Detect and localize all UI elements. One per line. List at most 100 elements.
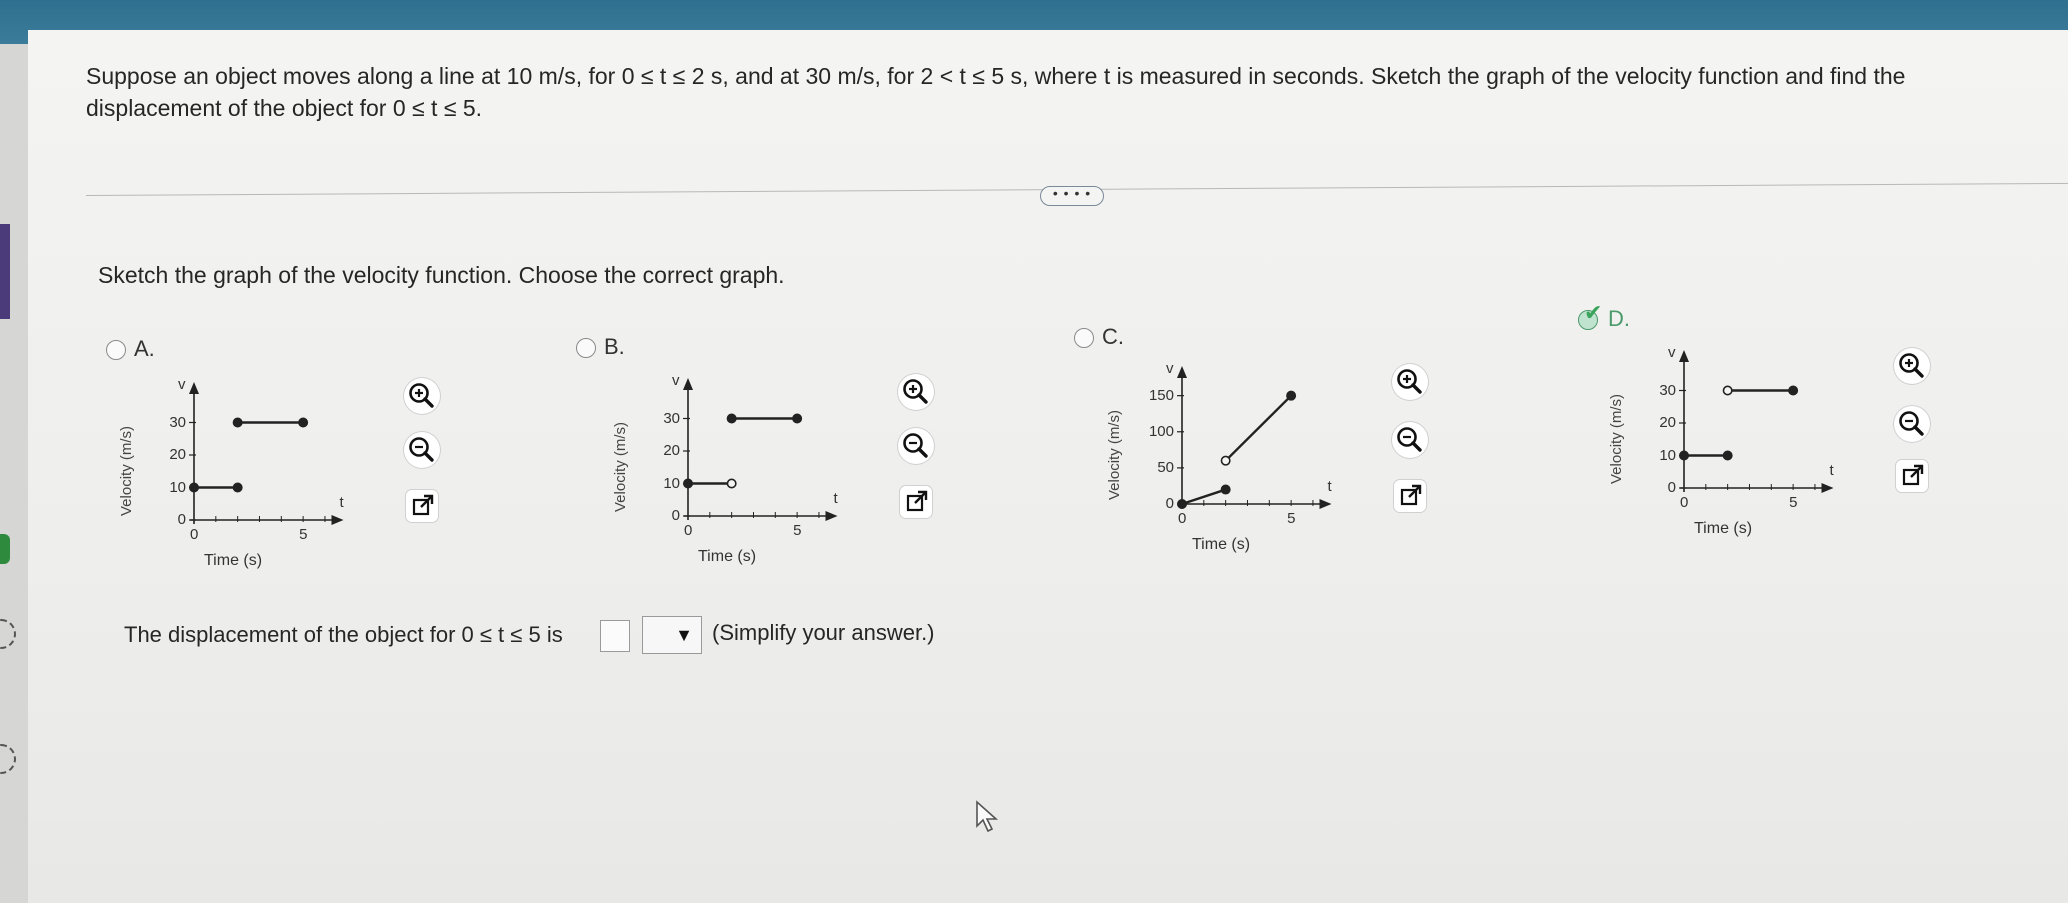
- y-tick-label: 50: [1157, 458, 1174, 476]
- y-tick-label: 20: [169, 446, 186, 463]
- origin-label: 0: [1680, 494, 1689, 511]
- chevron-down-icon: ▼: [675, 625, 693, 645]
- t-axis-label: t: [339, 494, 344, 511]
- prompt-text: Sketch the graph of the velocity functio…: [98, 262, 785, 288]
- velocity-graph: 150 100 50 0 v t 0 5 Time (s) Velocity (m/s): [1092, 360, 1428, 569]
- x-tick-label: 5: [1287, 510, 1296, 527]
- zoom-out-icon[interactable]: [1392, 422, 1428, 458]
- popout-icon[interactable]: [900, 486, 932, 518]
- velocity-segment: [1224, 394, 1292, 462]
- open-endpoint: [1220, 455, 1231, 466]
- x-axis-arrow: [1319, 499, 1332, 509]
- zoom-in-icon[interactable]: [1392, 364, 1428, 400]
- y-tick-label: 20: [663, 442, 680, 459]
- open-endpoint: [1722, 385, 1733, 396]
- zoom-in-icon[interactable]: [404, 378, 440, 414]
- answer-prompt: The displacement of the object for 0 ≤ t…: [124, 622, 563, 647]
- closed-endpoint: [232, 482, 243, 493]
- question-text: Suppose an object moves along a line at …: [86, 63, 1906, 121]
- x-tick-label: 5: [299, 526, 308, 543]
- closed-endpoint: [726, 413, 737, 424]
- left-rail: [0, 44, 28, 903]
- closed-endpoint: [189, 482, 200, 493]
- option-c-radio[interactable]: [1074, 328, 1094, 348]
- option-b-label: B.: [604, 334, 625, 359]
- option-a-radio[interactable]: [106, 340, 126, 360]
- origin-label: 0: [190, 526, 199, 543]
- v-axis-label: v: [1166, 360, 1174, 377]
- popout-icon[interactable]: [1896, 460, 1928, 492]
- x-axis-title: Time (s): [1694, 520, 1753, 537]
- option-d-label: D.: [1608, 306, 1630, 331]
- nav-circle-icon[interactable]: [0, 744, 16, 774]
- origin-label: 0: [684, 522, 693, 539]
- closed-endpoint: [1788, 385, 1799, 396]
- mouse-cursor-icon: [976, 800, 999, 833]
- closed-endpoint: [683, 478, 694, 489]
- y-axis-arrow: [189, 382, 199, 394]
- y-tick-label: 10: [169, 478, 186, 496]
- y-tick-label: 30: [1659, 381, 1676, 399]
- closed-endpoint: [792, 413, 803, 424]
- t-axis-label: t: [833, 490, 838, 507]
- y-tick-label: 0: [1165, 495, 1174, 512]
- expand-button[interactable]: • • • •: [1040, 186, 1104, 206]
- popout-icon[interactable]: [1394, 480, 1426, 512]
- option-b-radio[interactable]: [576, 338, 596, 358]
- graph-svg: [189, 382, 344, 525]
- v-axis-label: v: [178, 376, 186, 393]
- y-axis-title: Velocity (m/s): [1106, 409, 1123, 500]
- question-panel: Suppose an object moves along a line at …: [28, 30, 2068, 903]
- y-axis-title: Velocity (m/s): [612, 421, 629, 512]
- zoom-out-icon[interactable]: [898, 428, 934, 464]
- zoom-out-icon[interactable]: [1894, 406, 1930, 442]
- y-tick-label: 100: [1148, 422, 1174, 440]
- x-axis-title: Time (s): [1192, 536, 1251, 553]
- answer-input[interactable]: [600, 620, 630, 652]
- closed-endpoint: [298, 417, 309, 428]
- nav-circle-icon[interactable]: [0, 619, 16, 649]
- closed-endpoint: [1177, 499, 1188, 510]
- origin-label: 0: [1178, 510, 1187, 527]
- zoom-out-icon[interactable]: [404, 432, 440, 468]
- v-axis-label: v: [1668, 344, 1676, 361]
- graph-svg: [1177, 366, 1332, 510]
- y-tick-label: 0: [671, 507, 680, 524]
- y-tick-label: 30: [663, 409, 680, 427]
- zoom-in-icon[interactable]: [1894, 348, 1930, 384]
- zoom-in-icon[interactable]: [898, 374, 934, 410]
- velocity-graph: 30 20 10 0 v t 0 5 Time (s) Velocity (m/s): [1594, 344, 1930, 553]
- t-axis-label: t: [1829, 462, 1834, 479]
- y-axis-arrow: [683, 378, 693, 390]
- y-tick-label: 10: [1659, 446, 1676, 464]
- t-axis-label: t: [1327, 478, 1332, 495]
- graph-svg: [683, 378, 838, 521]
- graph-svg: [1679, 350, 1834, 493]
- closed-endpoint: [1722, 450, 1733, 461]
- x-axis-arrow: [1821, 483, 1834, 493]
- option-c-label: C.: [1102, 324, 1124, 349]
- closed-endpoint: [1679, 450, 1690, 461]
- y-axis-arrow: [1177, 366, 1187, 378]
- option-a-label: A.: [134, 336, 155, 361]
- y-tick-label: 0: [177, 511, 186, 528]
- x-axis-title: Time (s): [204, 552, 263, 569]
- y-axis-title: Velocity (m/s): [1608, 393, 1625, 484]
- left-rail-marker: [0, 224, 10, 319]
- y-tick-label: 10: [663, 474, 680, 492]
- unit-dropdown[interactable]: ▼: [642, 616, 702, 654]
- left-rail-marker: [0, 534, 10, 564]
- y-tick-label: 150: [1148, 386, 1174, 404]
- velocity-graph: 30 20 10 0 v t 0 5 Time (s) Velocity (m/s): [598, 372, 934, 581]
- y-tick-label: 30: [169, 413, 186, 431]
- velocity-graph: 30 20 10 0 v t 0 5 Time (s) Velocity (m/s): [104, 376, 440, 585]
- simplify-hint: (Simplify your answer.): [712, 620, 935, 645]
- popout-icon[interactable]: [406, 490, 438, 522]
- x-tick-label: 5: [793, 522, 802, 539]
- y-tick-label: 20: [1659, 414, 1676, 431]
- y-axis-title: Velocity (m/s): [118, 425, 135, 516]
- x-axis-arrow: [825, 511, 838, 521]
- closed-endpoint: [1220, 484, 1231, 495]
- v-axis-label: v: [672, 372, 680, 389]
- y-tick-label: 0: [1667, 479, 1676, 496]
